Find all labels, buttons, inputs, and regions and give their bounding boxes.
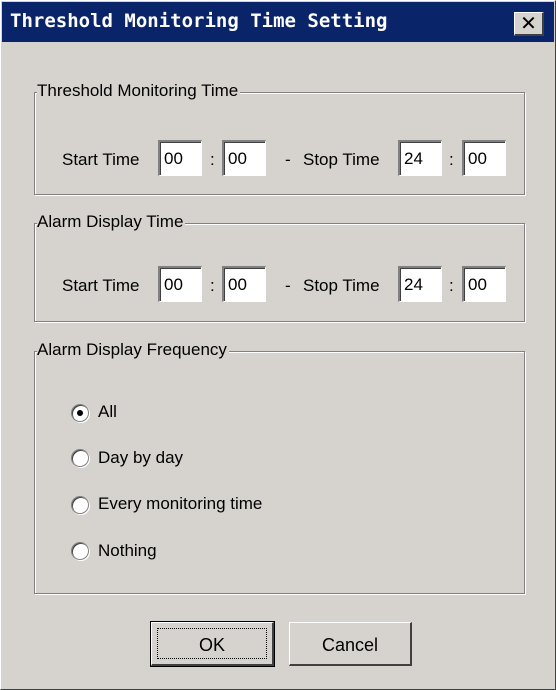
radio-label-all: All <box>98 402 117 421</box>
alarm-stop-hour-input[interactable]: 24 <box>398 266 442 302</box>
alarm-start-hour-input[interactable]: 00 <box>158 266 202 302</box>
alarm-start-time-label: Start Time <box>62 276 140 295</box>
ok-button[interactable]: OK <box>150 621 275 667</box>
threshold-stop-time-label: Stop Time <box>303 150 380 169</box>
threshold-stop-hour-input[interactable]: 24 <box>398 140 442 176</box>
dialog-window: Threshold Monitoring Time Setting ✕ Thre… <box>0 0 556 690</box>
threshold-monitoring-time-group: Threshold Monitoring Time Start Time 00 … <box>34 81 525 195</box>
radio-button-nothing[interactable] <box>71 542 89 560</box>
threshold-start-time-label: Start Time <box>62 150 140 169</box>
alarm-start-colon: : <box>210 276 215 295</box>
close-button[interactable]: ✕ <box>514 12 544 36</box>
threshold-stop-colon: : <box>449 150 454 169</box>
radio-button-every-monitoring-time[interactable] <box>71 496 89 514</box>
threshold-start-colon: : <box>210 150 215 169</box>
window-title: Threshold Monitoring Time Setting <box>10 10 388 32</box>
threshold-stop-minute-input[interactable]: 00 <box>462 140 506 176</box>
alarm-start-minute-input[interactable]: 00 <box>222 266 266 302</box>
threshold-time-dash: - <box>285 150 291 169</box>
alarm-stop-minute-input[interactable]: 00 <box>462 266 506 302</box>
threshold-monitoring-time-legend: Threshold Monitoring Time <box>37 81 241 101</box>
close-icon: ✕ <box>520 11 537 35</box>
alarm-time-dash: - <box>285 276 291 295</box>
alarm-display-time-legend: Alarm Display Time <box>37 212 186 232</box>
threshold-start-minute-input[interactable]: 00 <box>222 140 266 176</box>
radio-button-day-by-day[interactable] <box>71 449 89 467</box>
radio-selected-dot <box>77 410 83 416</box>
radio-label-nothing: Nothing <box>98 541 157 560</box>
alarm-stop-colon: : <box>449 276 454 295</box>
radio-button-all[interactable] <box>71 404 89 422</box>
radio-label-day-by-day: Day by day <box>98 448 184 467</box>
threshold-start-hour-input[interactable]: 00 <box>158 140 202 176</box>
title-bar[interactable]: Threshold Monitoring Time Setting ✕ <box>2 2 554 42</box>
cancel-button-label: Cancel <box>321 635 379 655</box>
alarm-display-time-group: Alarm Display Time Start Time 00 : 00 - … <box>34 212 525 322</box>
cancel-button[interactable]: Cancel <box>289 622 412 666</box>
alarm-stop-time-label: Stop Time <box>303 276 380 295</box>
alarm-display-frequency-legend: Alarm Display Frequency <box>37 340 229 360</box>
radio-label-every-monitoring-time: Every monitoring time <box>98 494 263 513</box>
ok-button-label: OK <box>198 635 225 655</box>
alarm-display-frequency-group: Alarm Display Frequency All Day by day E… <box>34 340 525 594</box>
